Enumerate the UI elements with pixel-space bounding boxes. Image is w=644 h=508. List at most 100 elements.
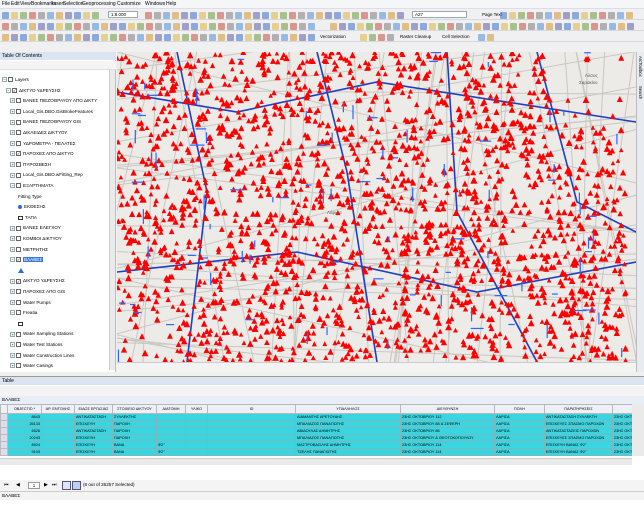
menu-item-file[interactable]: File	[2, 1, 10, 7]
row-selector[interactable]	[0, 420, 8, 428]
toolbar-tool-icon[interactable]	[209, 22, 216, 30]
toolbar-tool-icon[interactable]	[271, 11, 278, 19]
toolbar-tool-icon[interactable]	[397, 11, 404, 19]
toolbar-tool-icon[interactable]	[20, 22, 27, 30]
toolbar-tool-icon[interactable]	[29, 33, 36, 41]
expand-icon[interactable]: +	[10, 109, 15, 115]
table-cell[interactable]: ΜΠΑΛΙΑΖΟΣ ΠΑΝΑΓΙΩΤΗΣ	[295, 434, 401, 442]
right-dock-tab[interactable]: Search	[638, 86, 643, 99]
toolbar-tool-icon[interactable]	[370, 11, 377, 19]
table-cell[interactable]: ΛΑΡΙΣΑ	[494, 434, 545, 442]
toolbar-tool-icon[interactable]	[83, 11, 90, 19]
toolbar-tool-icon[interactable]	[29, 22, 36, 30]
table-cell[interactable]	[207, 434, 296, 442]
table-cell[interactable]: ΒΑΝΑ	[112, 441, 157, 449]
toolbar-tool-icon[interactable]	[56, 11, 63, 19]
toolbar-tool-icon[interactable]	[483, 22, 490, 30]
collapse-icon[interactable]: −	[10, 183, 15, 189]
layer-visibility-checkbox[interactable]	[16, 172, 21, 178]
table-horizontal-scrollbar[interactable]	[0, 458, 632, 465]
table-cell[interactable]: 6526	[7, 427, 42, 435]
table-cell[interactable]	[41, 413, 75, 421]
toolbar-tool-icon[interactable]	[618, 22, 625, 30]
toolbar-tool-icon[interactable]	[608, 11, 615, 19]
show-all-records-icon[interactable]	[62, 481, 71, 490]
toolbar-tool-icon[interactable]	[429, 22, 436, 30]
toolbar-tool-icon[interactable]	[272, 33, 279, 41]
toolbar-tool-icon[interactable]	[56, 22, 63, 30]
toolbar-tool-icon[interactable]	[501, 22, 508, 30]
expand-icon[interactable]: +	[10, 119, 15, 125]
toolbar-tool-icon[interactable]	[500, 11, 507, 19]
expand-icon[interactable]: +	[10, 352, 15, 358]
table-cell[interactable]: Φ2"	[156, 448, 186, 456]
toolbar-tool-icon[interactable]	[447, 22, 454, 30]
table-cell[interactable]: ΕΠΙΣΚΕΥΗ	[74, 448, 113, 456]
toolbar-tool-icon[interactable]	[119, 33, 126, 41]
column-header[interactable]: ΣΤΟΙΧΕΙΟ ΔΙΚΤΥΟΥ	[112, 404, 157, 414]
vectorization-menu[interactable]: Vectorization	[320, 33, 346, 40]
table-cell[interactable]: ΣΥΛΛΕΚΤΗΣ	[112, 413, 157, 421]
toolbar-tool-icon[interactable]	[308, 22, 315, 30]
toolbar-tool-icon[interactable]	[387, 33, 394, 41]
toolbar-tool-icon[interactable]	[393, 22, 400, 30]
toolbar-tool-icon[interactable]	[92, 33, 99, 41]
toc-layer-item[interactable]: + Water Sampling Stations	[10, 330, 73, 337]
toc-layer-item[interactable]: ΤΑΠΑ	[18, 214, 37, 221]
toolbar-tool-icon[interactable]	[474, 22, 481, 30]
toolbar-tool-icon[interactable]	[582, 22, 589, 30]
expand-icon[interactable]: +	[10, 162, 15, 168]
toc-layer-item[interactable]: + Local_Gis.DBO.wFitting_Rep	[10, 171, 83, 178]
toolbar-tool-icon[interactable]	[208, 11, 215, 19]
toolbar-tool-icon[interactable]	[110, 22, 117, 30]
table-cell[interactable]: 23ΗΣ ΟΚΤΩΒΡΙΟΥ 114	[400, 441, 495, 449]
toc-layer-item[interactable]	[18, 320, 25, 327]
toolbar-tool-icon[interactable]	[573, 22, 580, 30]
toolbar-tool-icon[interactable]	[384, 22, 391, 30]
toolbar-tool-icon[interactable]	[173, 22, 180, 30]
table-cell[interactable]: 26133	[7, 420, 42, 428]
toc-layer-item[interactable]: − ✓ ΒΛΑΒΕΣ	[10, 256, 44, 263]
table-cell[interactable]: ΑΝΤΙΚΑΤΑΣΤΑΣΗ	[74, 413, 113, 421]
toc-layer-item[interactable]: + ΠΑΡΟΧΕΣ ΑΠΟ GIS	[10, 288, 65, 295]
toolbar-tool-icon[interactable]	[262, 11, 269, 19]
layer-visibility-checkbox[interactable]	[16, 236, 21, 242]
toolbar-tool-icon[interactable]	[308, 33, 315, 41]
menu-item-windows[interactable]: Windows	[145, 1, 165, 7]
toolbar-tool-icon[interactable]	[325, 11, 332, 19]
layer-visibility-checkbox[interactable]: ✓	[12, 87, 17, 93]
table-row[interactable]: 26133 ΕΠΙΣΚΕΥΗ ΠΑΡΟΧΗ ΜΠΑΛΙΑΖΟΣ ΠΑΝΑΓΙΩΤΗΣ 2…	[0, 420, 633, 428]
toolbar-tool-icon[interactable]	[182, 33, 189, 41]
first-record-icon[interactable]: ⏮	[4, 482, 9, 488]
toolbar-tool-icon[interactable]	[590, 11, 597, 19]
toolbar-tool-icon[interactable]	[280, 11, 287, 19]
toolbar-tool-icon[interactable]	[343, 11, 350, 19]
toolbar-tool-icon[interactable]	[487, 33, 494, 41]
toolbar-tool-icon[interactable]	[145, 11, 152, 19]
toolbar-tool-icon[interactable]	[11, 33, 18, 41]
toc-layer-item[interactable]: + Water Construction Lines	[10, 352, 74, 359]
toolbar-tool-icon[interactable]	[352, 11, 359, 19]
record-position-field[interactable]: 1	[28, 482, 40, 489]
table-cell[interactable]: 23ΗΣ ΟΚΤΩΒΡΙ	[612, 413, 633, 421]
toolbar-tool-icon[interactable]	[290, 33, 297, 41]
toolbar-tool-icon[interactable]	[200, 33, 207, 41]
menu-item-help[interactable]: Help	[166, 1, 176, 7]
table-cell[interactable]	[156, 420, 186, 428]
map-canvas[interactable]: Λάρισα Άλσος Σαρακίνο	[117, 52, 636, 362]
toolbar-tool-icon[interactable]	[137, 33, 144, 41]
table-row[interactable]: 6526 ΑΝΤΙΚΑΤΑΣΤΑΣΗ ΠΑΡΟΧΗ ΑΒΙΔΟΥΛΑΣ ΔΗΜΗΤΡΗ…	[0, 427, 633, 435]
cell-selection-menu[interactable]: Cell Selection	[442, 33, 470, 40]
toolbar-tool-icon[interactable]	[402, 22, 409, 30]
layer-combo[interactable]: A27	[412, 11, 467, 18]
toolbar-tool-icon[interactable]	[519, 22, 526, 30]
toc-layer-item[interactable]: − Layers	[2, 76, 29, 83]
column-header[interactable]: ΠΟΛΗ	[494, 404, 545, 414]
toolbar-tool-icon[interactable]	[11, 22, 18, 30]
toc-layer-item[interactable]: Fitting Type	[18, 193, 42, 200]
expand-icon[interactable]: +	[10, 236, 15, 242]
toolbar-tool-icon[interactable]	[254, 33, 261, 41]
expand-icon[interactable]: +	[10, 299, 15, 305]
table-cell[interactable]	[185, 441, 208, 449]
toolbar-tool-icon[interactable]	[378, 33, 385, 41]
